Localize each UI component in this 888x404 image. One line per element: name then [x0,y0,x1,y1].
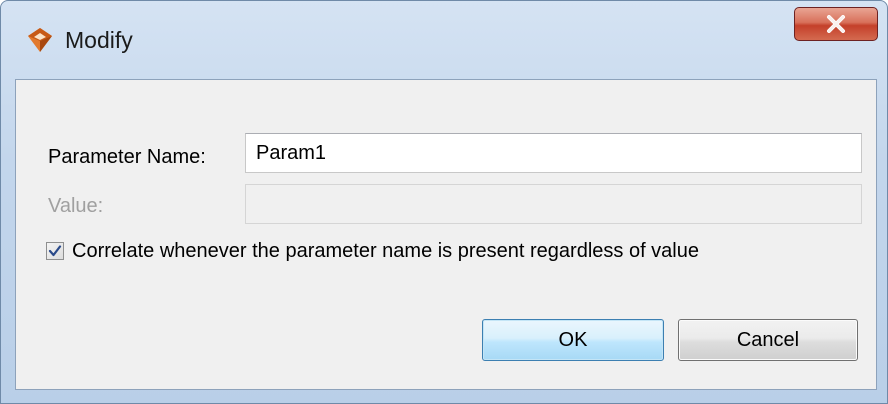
cancel-button[interactable]: Cancel [678,319,858,361]
checkmark-icon [48,245,62,257]
value-input[interactable] [245,184,862,224]
parameter-name-input[interactable] [245,133,862,173]
correlate-checkbox-label[interactable]: Correlate whenever the parameter name is… [72,239,699,263]
app-logo-icon [28,28,52,52]
close-button[interactable] [794,7,878,41]
dialog-window: Modify Parameter Name: Value: Correlate … [0,0,888,404]
dialog-body: Parameter Name: Value: Correlate wheneve… [15,79,877,390]
ok-button[interactable]: OK [482,319,664,361]
correlate-checkbox[interactable] [46,242,64,260]
title-bar[interactable]: Modify [1,1,888,79]
window-title: Modify [65,27,133,53]
close-icon [827,15,845,33]
value-label: Value: [48,195,104,217]
parameter-name-label: Parameter Name: [48,146,206,168]
